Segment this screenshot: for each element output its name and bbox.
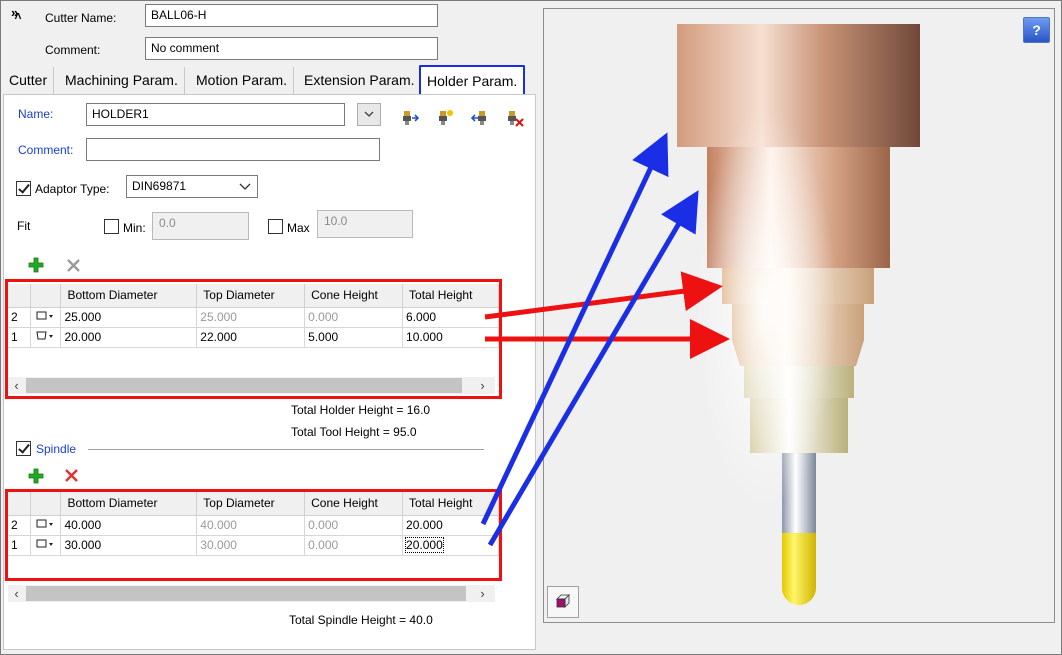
blue-arrow-spindle-1: [487, 190, 699, 547]
annotation-arrows: [480, 132, 730, 547]
blue-arrow-spindle-2: [480, 132, 669, 526]
red-arrow-holder-2: [484, 271, 723, 320]
